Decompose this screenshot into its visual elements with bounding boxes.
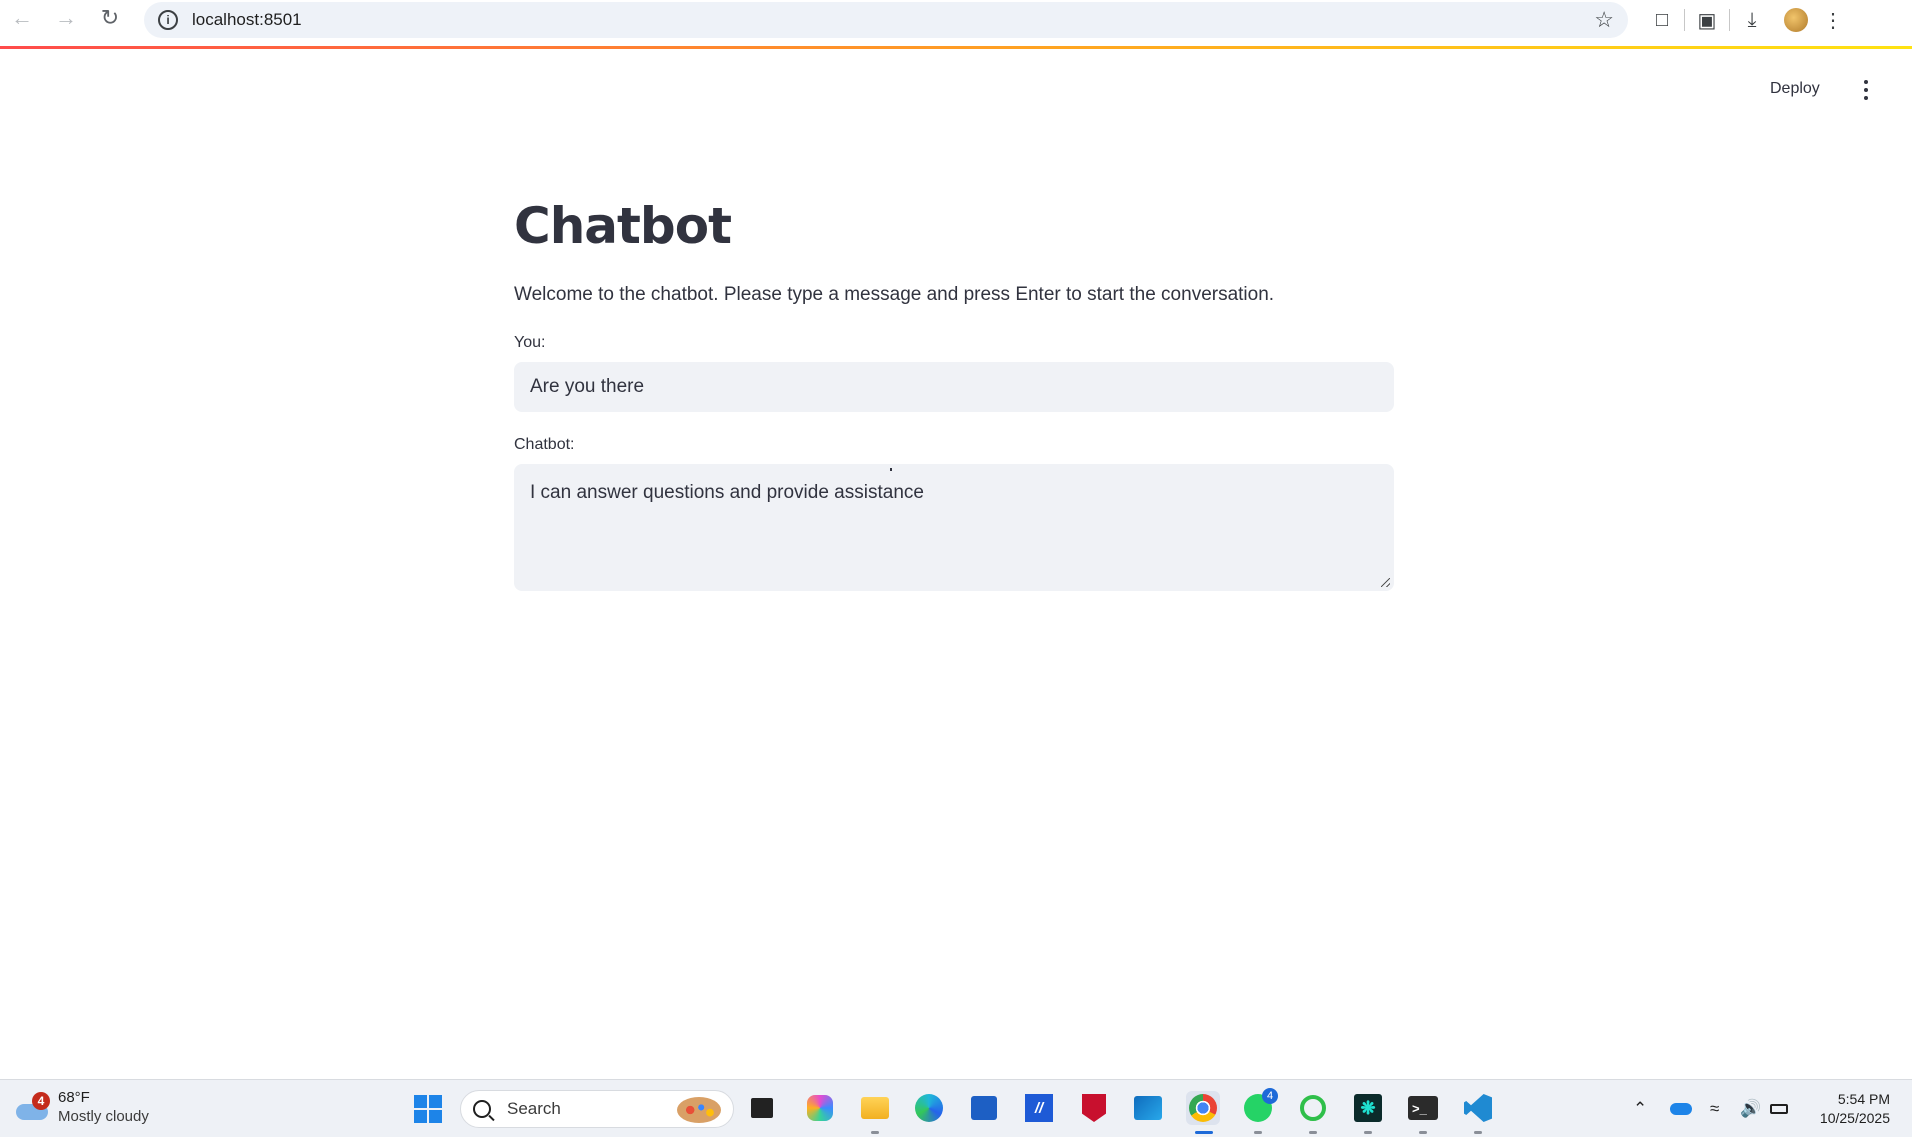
battery-icon[interactable] xyxy=(1770,1097,1788,1121)
clock-date: 10/25/2025 xyxy=(1819,1110,1890,1126)
file-explorer-icon[interactable] xyxy=(858,1091,892,1125)
main-menu-icon[interactable] xyxy=(1858,80,1874,100)
chrome-icon[interactable] xyxy=(1186,1091,1220,1125)
forward-icon[interactable]: → xyxy=(44,0,88,36)
clock-time: 5:54 PM xyxy=(1837,1091,1890,1107)
palette-icon xyxy=(677,1097,721,1123)
deploy-button[interactable]: Deploy xyxy=(1770,80,1820,98)
teal-app-icon[interactable]: ❋ xyxy=(1351,1091,1385,1125)
chrome-menu-icon[interactable]: ⋮ xyxy=(1818,2,1848,38)
copilot-icon[interactable] xyxy=(803,1091,837,1125)
bookmark-star-icon[interactable]: ☆ xyxy=(1594,7,1614,33)
ring-app-icon[interactable] xyxy=(1296,1091,1330,1125)
url-text[interactable]: localhost:8501 xyxy=(192,10,302,30)
taskbar-search[interactable]: Search xyxy=(460,1090,734,1128)
browser-toolbar: ← → ↻ i localhost:8501 ☆ □ ▣ ⤓ ⋮ xyxy=(0,0,1912,48)
outlook-icon[interactable] xyxy=(1131,1091,1165,1125)
user-message-input[interactable]: Are you there xyxy=(514,362,1394,412)
weather-widget[interactable]: 4 68°F Mostly cloudy xyxy=(16,1088,149,1126)
site-info-icon[interactable]: i xyxy=(158,10,178,30)
chatbot-response-text: I can answer questions and provide assis… xyxy=(530,482,924,503)
chatbot-label: Chatbot: xyxy=(514,436,575,453)
address-bar[interactable]: i localhost:8501 ☆ xyxy=(144,2,1628,38)
app-top-decoration xyxy=(0,46,1912,49)
system-clock[interactable]: 5:54 PM 10/25/2025 xyxy=(1820,1090,1890,1128)
reading-mode-icon[interactable]: ▣ xyxy=(1685,2,1729,38)
vscode-icon[interactable] xyxy=(1461,1091,1495,1125)
store-icon[interactable] xyxy=(967,1091,1001,1125)
running-indicator xyxy=(871,1131,879,1134)
resize-handle-icon[interactable] xyxy=(1381,578,1390,587)
taskbar: 4 68°F Mostly cloudy Search // 4 ❋ >_ ⌃ … xyxy=(0,1079,1912,1137)
running-indicator xyxy=(1474,1131,1482,1134)
mcafee-icon[interactable] xyxy=(1077,1091,1111,1125)
search-label: Search xyxy=(507,1099,561,1118)
whatsapp-badge: 4 xyxy=(1262,1088,1278,1104)
extensions-icon[interactable]: □ xyxy=(1640,2,1684,38)
back-icon[interactable]: ← xyxy=(0,0,44,36)
running-indicator xyxy=(1419,1131,1427,1134)
chatbot-response-textarea[interactable]: I can answer questions and provide assis… xyxy=(514,464,1394,591)
you-label: You: xyxy=(514,334,546,351)
running-indicator xyxy=(1364,1131,1372,1134)
running-indicator xyxy=(1254,1131,1262,1134)
running-indicator xyxy=(1309,1131,1317,1134)
volume-icon[interactable]: 🔊 xyxy=(1740,1097,1761,1121)
profile-avatar[interactable] xyxy=(1784,8,1808,32)
weather-condition: Mostly cloudy xyxy=(58,1108,149,1125)
cloud-icon: 4 xyxy=(16,1092,50,1120)
tray-chevron-icon[interactable]: ⌃ xyxy=(1633,1097,1647,1121)
page-title: Chatbot xyxy=(514,197,732,255)
windows-start-icon[interactable] xyxy=(414,1095,442,1123)
onedrive-icon[interactable] xyxy=(1670,1097,1692,1121)
task-view-icon[interactable] xyxy=(745,1091,779,1125)
terminal-icon[interactable]: >_ xyxy=(1406,1091,1440,1125)
main-container: Chatbot Welcome to the chatbot. Please t… xyxy=(514,190,1394,591)
caret-mark xyxy=(890,468,892,471)
running-indicator-active xyxy=(1195,1131,1213,1134)
reload-icon[interactable]: ↻ xyxy=(88,0,132,36)
weather-badge: 4 xyxy=(32,1092,50,1110)
app-icon[interactable]: // xyxy=(1022,1091,1056,1125)
wifi-icon[interactable]: ≈ xyxy=(1710,1097,1719,1121)
search-icon xyxy=(473,1100,491,1118)
download-icon[interactable]: ⤓ xyxy=(1730,2,1774,38)
welcome-text: Welcome to the chatbot. Please type a me… xyxy=(514,284,1275,305)
edge-icon[interactable] xyxy=(912,1091,946,1125)
weather-temp: 68°F xyxy=(58,1089,90,1106)
